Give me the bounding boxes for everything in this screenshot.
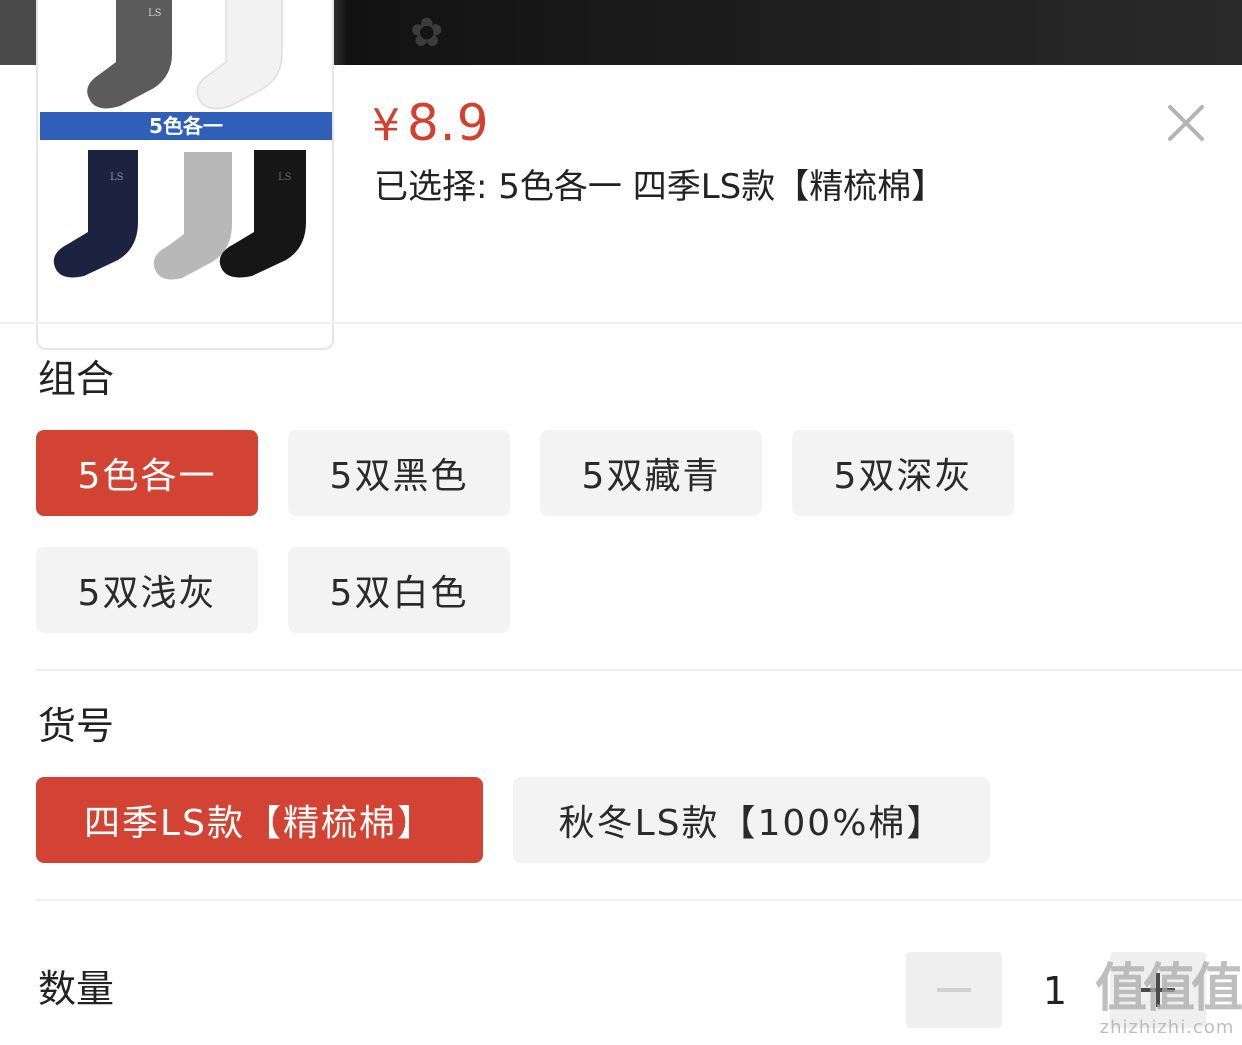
chip-label: 5色各一 bbox=[77, 456, 217, 497]
combo-option-5-dark-grey[interactable]: 5双深灰 bbox=[792, 430, 1014, 516]
svg-text:LS: LS bbox=[110, 172, 124, 183]
chip-label: 四季LS款【精梳棉】 bbox=[84, 803, 435, 844]
combo-option-5-white[interactable]: 5双白色 bbox=[288, 547, 510, 633]
item-option-autumn-winter[interactable]: 秋冬LS款【100%棉】 bbox=[513, 777, 990, 863]
combo-option-5-color-mix[interactable]: 5色各一 bbox=[36, 430, 258, 516]
backdrop-strip bbox=[0, 0, 36, 65]
combo-option-5-navy[interactable]: 5双藏青 bbox=[540, 430, 762, 516]
quantity-increase-button[interactable] bbox=[1110, 952, 1206, 1028]
chip-label: 5双浅灰 bbox=[77, 573, 217, 614]
price-label: ¥8.9 bbox=[372, 93, 490, 156]
backdrop-logo: ✿ bbox=[410, 10, 444, 56]
sock-navy-image: LS bbox=[53, 150, 138, 278]
chip-label: 5双深灰 bbox=[833, 456, 973, 497]
sock-dark-grey-image: LS bbox=[87, 0, 172, 109]
svg-text:LS: LS bbox=[148, 8, 162, 19]
sku-selector-sheet: LS 5色各一 LS LS ¥8.9 已选择: 5色各一 四季LS款【精梳棉】 … bbox=[0, 0, 1242, 1045]
currency-symbol: ¥ bbox=[372, 100, 401, 151]
quantity-section-title: 数量 bbox=[38, 967, 115, 1011]
item-option-four-season[interactable]: 四季LS款【精梳棉】 bbox=[36, 777, 483, 863]
quantity-value[interactable]: 1 bbox=[1030, 961, 1080, 1021]
close-button[interactable] bbox=[1164, 101, 1208, 145]
product-thumbnail[interactable]: LS 5色各一 LS LS bbox=[36, 0, 334, 350]
chip-label: 5双白色 bbox=[329, 573, 469, 614]
price-value: 8.9 bbox=[407, 94, 490, 152]
plus-icon bbox=[1141, 973, 1175, 1007]
close-icon bbox=[1168, 105, 1204, 141]
item-no-section-title: 货号 bbox=[38, 704, 115, 748]
sock-white-image bbox=[196, 0, 283, 110]
thumbnail-banner: 5色各一 bbox=[40, 112, 332, 140]
header-divider bbox=[0, 322, 1242, 324]
minus-icon bbox=[937, 988, 971, 992]
combo-divider bbox=[36, 669, 1242, 671]
combo-option-5-light-grey[interactable]: 5双浅灰 bbox=[36, 547, 258, 633]
chip-label: 5双黑色 bbox=[329, 456, 469, 497]
chip-label: 5双藏青 bbox=[581, 456, 721, 497]
selected-sku-text: 已选择: 5色各一 四季LS款【精梳棉】 bbox=[374, 167, 946, 207]
item-no-divider bbox=[36, 899, 1242, 901]
combo-section-title: 组合 bbox=[38, 357, 115, 401]
svg-text:LS: LS bbox=[278, 172, 292, 183]
combo-option-5-black[interactable]: 5双黑色 bbox=[288, 430, 510, 516]
sock-black-image: LS bbox=[219, 150, 306, 278]
chip-label: 秋冬LS款【100%棉】 bbox=[558, 803, 945, 844]
quantity-decrease-button[interactable] bbox=[906, 952, 1002, 1028]
